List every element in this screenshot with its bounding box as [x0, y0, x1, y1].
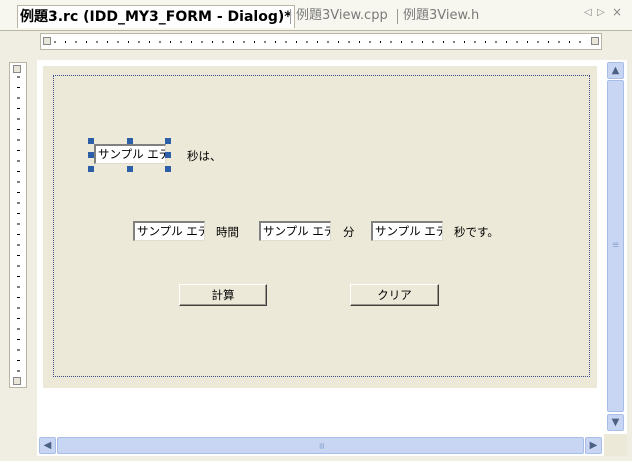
ruler-ticks: [54, 41, 581, 43]
label-seconds-end[interactable]: 秒です。: [454, 224, 499, 240]
ruler-right-guide-handle[interactable]: [591, 37, 599, 45]
ruler-bottom-guide-handle[interactable]: [13, 377, 21, 385]
selection-handle[interactable]: [88, 152, 94, 158]
vertical-ruler[interactable]: [9, 62, 27, 388]
selection-handle[interactable]: [165, 138, 171, 144]
vertical-scroll-thumb[interactable]: ≡: [607, 80, 624, 412]
tab-scroll-right-icon[interactable]: ▷: [597, 7, 605, 18]
tab-view-h[interactable]: 例題3View.h: [403, 6, 479, 26]
selection-handle[interactable]: [165, 166, 171, 172]
scroll-right-icon[interactable]: ▶: [585, 437, 602, 454]
scroll-up-icon[interactable]: ▲: [607, 62, 624, 79]
edit-seconds-input[interactable]: サンプル エディット: [94, 144, 166, 164]
tab-scroll-left-icon[interactable]: ◁: [584, 7, 592, 18]
calculate-button[interactable]: 計算: [179, 284, 267, 306]
tab-separator: [290, 9, 291, 24]
selection-handle[interactable]: [88, 138, 94, 144]
label-minutes[interactable]: 分: [343, 224, 355, 240]
edit-hours-output[interactable]: サンプル エディット: [133, 221, 205, 241]
ruler-top-guide-handle[interactable]: [13, 65, 21, 73]
ruler-ticks: [17, 76, 20, 372]
tab-view-cpp[interactable]: 例題3View.cpp: [296, 6, 388, 26]
selection-handle[interactable]: [165, 152, 171, 158]
horizontal-ruler[interactable]: [40, 33, 602, 50]
scroll-down-icon[interactable]: ▼: [607, 414, 624, 431]
label-seconds-is[interactable]: 秒は、: [187, 148, 222, 164]
ruler-left-guide-handle[interactable]: [43, 37, 51, 45]
scrollbar-corner: [604, 434, 627, 456]
clear-button[interactable]: クリア: [350, 284, 439, 306]
close-tab-icon[interactable]: ×: [612, 5, 622, 19]
horizontal-scrollbar[interactable]: ◀ ≡ ▶: [37, 434, 604, 456]
vertical-scrollbar[interactable]: ▲ ≡ ▼: [604, 60, 627, 434]
edit-minutes-output[interactable]: サンプル エディット: [259, 221, 331, 241]
tab-separator: [397, 9, 398, 24]
document-tab-bar: 例題3.rc (IDD_MY3_FORM - Dialog)* 例題3View.…: [0, 0, 632, 31]
scroll-grip-icon: ≡: [316, 441, 326, 450]
horizontal-scroll-thumb[interactable]: ≡: [57, 437, 584, 454]
selection-handle[interactable]: [127, 138, 133, 144]
edit-seconds-output[interactable]: サンプル エディット: [371, 221, 443, 241]
scroll-grip-icon: ≡: [611, 240, 620, 251]
tab-dialog-resource[interactable]: 例題3.rc (IDD_MY3_FORM - Dialog)*: [17, 5, 295, 28]
selection-handle[interactable]: [88, 166, 94, 172]
scroll-left-icon[interactable]: ◀: [39, 437, 56, 454]
label-hours[interactable]: 時間: [216, 224, 239, 240]
selection-handle[interactable]: [127, 166, 133, 172]
